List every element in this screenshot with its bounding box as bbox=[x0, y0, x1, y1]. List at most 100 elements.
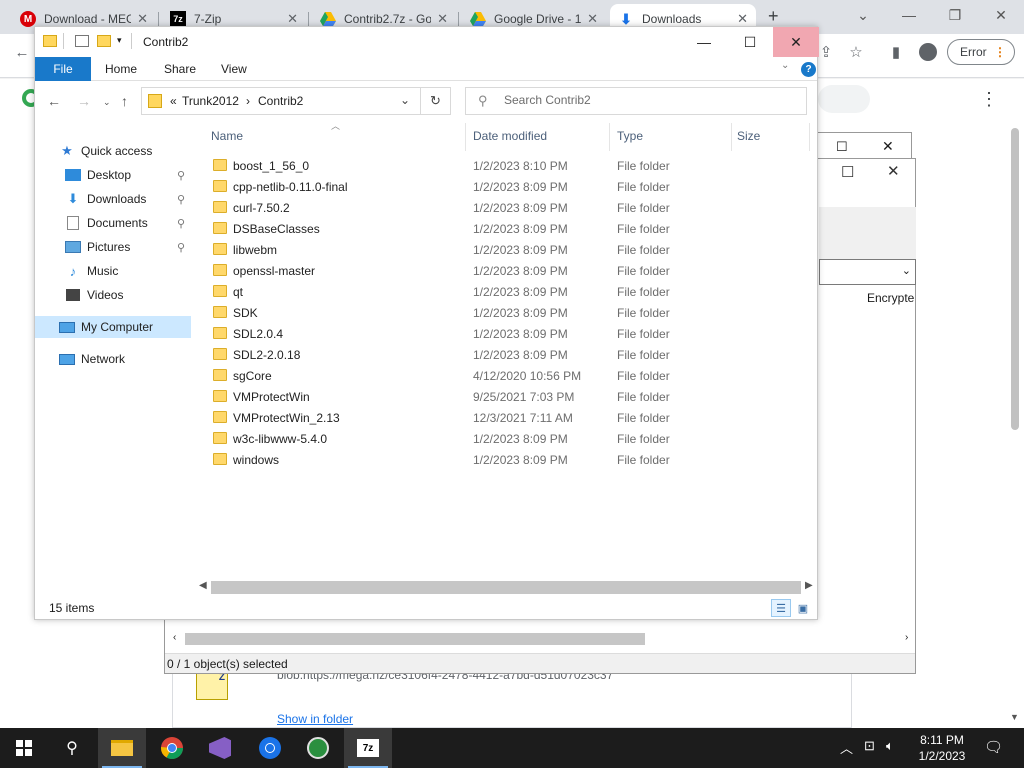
file-row[interactable]: cpp-netlib-0.11.0-final 1/2/2023 8:09 PM F… bbox=[211, 176, 811, 197]
properties-icon[interactable] bbox=[75, 35, 89, 47]
close-tab-icon[interactable]: ✕ bbox=[587, 11, 598, 27]
recent-locations-icon[interactable]: ⌄ bbox=[103, 97, 111, 108]
pin-icon[interactable]: ⚲ bbox=[177, 193, 185, 206]
scroll-down-arrow-icon[interactable]: ▼ bbox=[1010, 712, 1019, 722]
pin-icon[interactable]: ⚲ bbox=[177, 241, 185, 254]
column-name[interactable]: Name bbox=[211, 129, 243, 143]
help-icon[interactable]: ? bbox=[801, 62, 816, 77]
close-tab-icon[interactable]: ✕ bbox=[737, 11, 748, 27]
file-row[interactable]: VMProtectWin_2.13 12/3/2021 7:11 AM File f… bbox=[211, 407, 811, 428]
taskbar-chrome-alt[interactable] bbox=[246, 728, 294, 768]
close-tab-icon[interactable]: ✕ bbox=[437, 11, 448, 27]
tab-share[interactable]: Share bbox=[164, 57, 196, 81]
start-button[interactable] bbox=[0, 728, 48, 768]
share-icon[interactable]: ⇪ bbox=[816, 42, 836, 62]
nav-network[interactable]: Network bbox=[59, 348, 189, 370]
nav-quick-access[interactable]: ★ Quick access bbox=[59, 140, 189, 162]
profile-error-button[interactable]: Error ⋮ bbox=[947, 39, 1015, 65]
close-button[interactable]: ✕ bbox=[773, 27, 819, 57]
breadcrumb-separator[interactable]: › bbox=[246, 94, 250, 108]
nav-pictures[interactable]: Pictures ⚲ bbox=[65, 236, 195, 258]
scroll-thumb[interactable] bbox=[1011, 128, 1019, 430]
file-row[interactable]: SDK 1/2/2023 8:09 PM File folder bbox=[211, 302, 811, 323]
taskbar-chrome[interactable] bbox=[148, 728, 196, 768]
bookmark-star-icon[interactable]: ☆ bbox=[846, 42, 866, 62]
pin-icon[interactable]: ⚲ bbox=[177, 169, 185, 182]
details-view-icon[interactable]: ☰ bbox=[771, 599, 791, 617]
column-divider[interactable] bbox=[465, 123, 466, 151]
search-button[interactable]: ⚲ bbox=[48, 728, 96, 768]
column-type[interactable]: Type bbox=[617, 129, 643, 143]
expand-ribbon-icon[interactable]: ⌄ bbox=[781, 60, 789, 71]
column-size[interactable]: Size bbox=[737, 129, 760, 143]
chrome-scrollbar[interactable] bbox=[1008, 128, 1022, 728]
7zip-hscrollbar[interactable]: ‹ › bbox=[169, 631, 913, 648]
taskbar-visual-studio[interactable] bbox=[196, 728, 244, 768]
close-tab-icon[interactable]: ✕ bbox=[137, 11, 148, 27]
address-bar[interactable]: « Trunk2012 › Contrib2 ⌄ bbox=[141, 87, 421, 115]
show-hidden-icons-icon[interactable]: ︿ bbox=[840, 738, 853, 757]
file-row[interactable]: libwebm 1/2/2023 8:09 PM File folder bbox=[211, 239, 811, 260]
column-divider[interactable] bbox=[809, 123, 810, 151]
file-row[interactable]: sgCore 4/12/2020 10:56 PM File folder bbox=[211, 365, 811, 386]
maximize-icon[interactable]: ☐ bbox=[836, 139, 848, 155]
back-icon[interactable]: ← bbox=[47, 93, 61, 109]
close-icon[interactable]: ✕ bbox=[978, 0, 1024, 30]
taskbar-file-explorer[interactable] bbox=[98, 728, 146, 768]
breadcrumb-trunk2012[interactable]: Trunk2012 bbox=[182, 94, 239, 108]
minimize-button[interactable]: — bbox=[681, 27, 727, 57]
more-icon[interactable]: ⋮ bbox=[994, 45, 1006, 59]
forward-icon[interactable]: → bbox=[77, 93, 91, 109]
file-row[interactable]: qt 1/2/2023 8:09 PM File folder bbox=[211, 281, 811, 302]
show-in-folder-link[interactable]: Show in folder bbox=[277, 712, 353, 726]
network-status-icon[interactable]: ⊡ bbox=[864, 738, 875, 754]
file-row[interactable]: boost_1_56_0 1/2/2023 8:10 PM File folder bbox=[211, 155, 811, 176]
tab-file[interactable]: File bbox=[35, 57, 91, 81]
restore-icon[interactable]: ❐ bbox=[932, 0, 978, 30]
scroll-left-icon[interactable]: ‹ bbox=[173, 632, 176, 643]
search-downloads-pill[interactable] bbox=[818, 85, 870, 113]
taskbar-7zip[interactable]: 7z bbox=[344, 728, 392, 768]
breadcrumb-overflow[interactable]: « bbox=[170, 94, 177, 108]
explorer-hscrollbar[interactable]: ◀ ▶ bbox=[197, 579, 817, 596]
nav-documents[interactable]: Documents ⚲ bbox=[65, 212, 195, 234]
tab-home[interactable]: Home bbox=[105, 57, 137, 81]
profile-icon[interactable] bbox=[918, 42, 938, 62]
chevron-down-icon[interactable]: ⌄ bbox=[840, 0, 886, 30]
file-row[interactable]: SDL2-2.0.18 1/2/2023 8:09 PM File folder bbox=[211, 344, 811, 365]
notifications-icon[interactable]: 🗨︎ bbox=[984, 738, 1003, 756]
refresh-button[interactable]: ↻ bbox=[421, 87, 451, 115]
file-row[interactable]: SDL2.0.4 1/2/2023 8:09 PM File folder bbox=[211, 323, 811, 344]
large-icons-view-icon[interactable]: ▣ bbox=[793, 599, 813, 617]
scroll-right-icon[interactable]: › bbox=[905, 632, 908, 643]
file-row[interactable]: DSBaseClasses 1/2/2023 8:09 PM File folder bbox=[211, 218, 811, 239]
close-tab-icon[interactable]: ✕ bbox=[287, 11, 298, 27]
scroll-left-icon[interactable]: ◀ bbox=[199, 580, 207, 591]
column-date-modified[interactable]: Date modified bbox=[473, 129, 547, 143]
breadcrumb-contrib2[interactable]: Contrib2 bbox=[258, 94, 303, 108]
7zip-path-combo[interactable]: ⌄ bbox=[819, 259, 916, 285]
nav-my-computer[interactable]: My Computer bbox=[35, 316, 191, 338]
nav-music[interactable]: ♪ Music bbox=[65, 260, 195, 282]
close-icon[interactable]: ✕ bbox=[887, 162, 900, 180]
maximize-icon[interactable]: ☐ bbox=[841, 163, 854, 181]
minimize-icon[interactable]: — bbox=[886, 0, 932, 30]
search-box[interactable]: ⚲ bbox=[465, 87, 807, 115]
tab-view[interactable]: View bbox=[221, 57, 247, 81]
search-input[interactable] bbox=[504, 93, 794, 107]
file-row[interactable]: windows 1/2/2023 8:09 PM File folder bbox=[211, 449, 811, 470]
new-folder-icon[interactable] bbox=[97, 35, 111, 47]
system-clock[interactable]: 8:11 PM 1/2/2023 bbox=[912, 732, 972, 764]
nav-downloads[interactable]: ⬇ Downloads ⚲ bbox=[65, 188, 195, 210]
volume-icon[interactable]: 🔈︎ bbox=[886, 738, 894, 754]
column-divider[interactable] bbox=[609, 123, 610, 151]
nav-desktop[interactable]: Desktop ⚲ bbox=[65, 164, 195, 186]
back-icon[interactable]: ← bbox=[12, 42, 32, 62]
scroll-right-icon[interactable]: ▶ bbox=[805, 580, 813, 591]
column-encrypted[interactable]: Encrypte bbox=[867, 291, 914, 305]
customize-qa-icon[interactable]: ▾ bbox=[117, 35, 122, 46]
nav-videos[interactable]: Videos bbox=[65, 284, 195, 306]
column-divider[interactable] bbox=[731, 123, 732, 151]
file-row[interactable]: openssl-master 1/2/2023 8:09 PM File folde… bbox=[211, 260, 811, 281]
pin-icon[interactable]: ⚲ bbox=[177, 217, 185, 230]
